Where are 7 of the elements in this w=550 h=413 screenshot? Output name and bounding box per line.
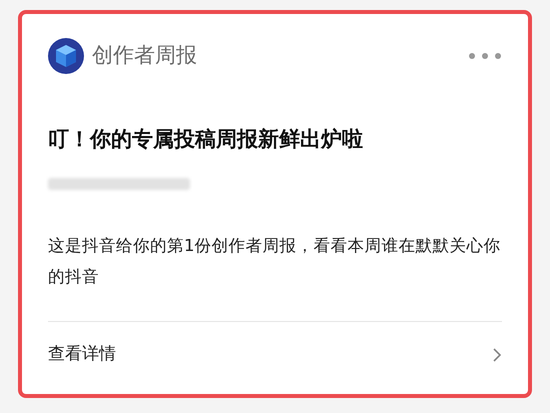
cube-logo-icon (48, 38, 84, 74)
channel-title: 创作者周报 (92, 42, 197, 70)
headline: 叮！你的专属投稿周报新鲜出炉啦 (48, 126, 364, 153)
view-details-link[interactable]: 查看详情 (48, 342, 116, 368)
more-icon[interactable] (468, 52, 502, 60)
chevron-right-icon[interactable] (492, 346, 502, 362)
description: 这是抖音给你的第1份创作者周报，看看本周谁在默默关心你的抖音 (48, 234, 502, 288)
